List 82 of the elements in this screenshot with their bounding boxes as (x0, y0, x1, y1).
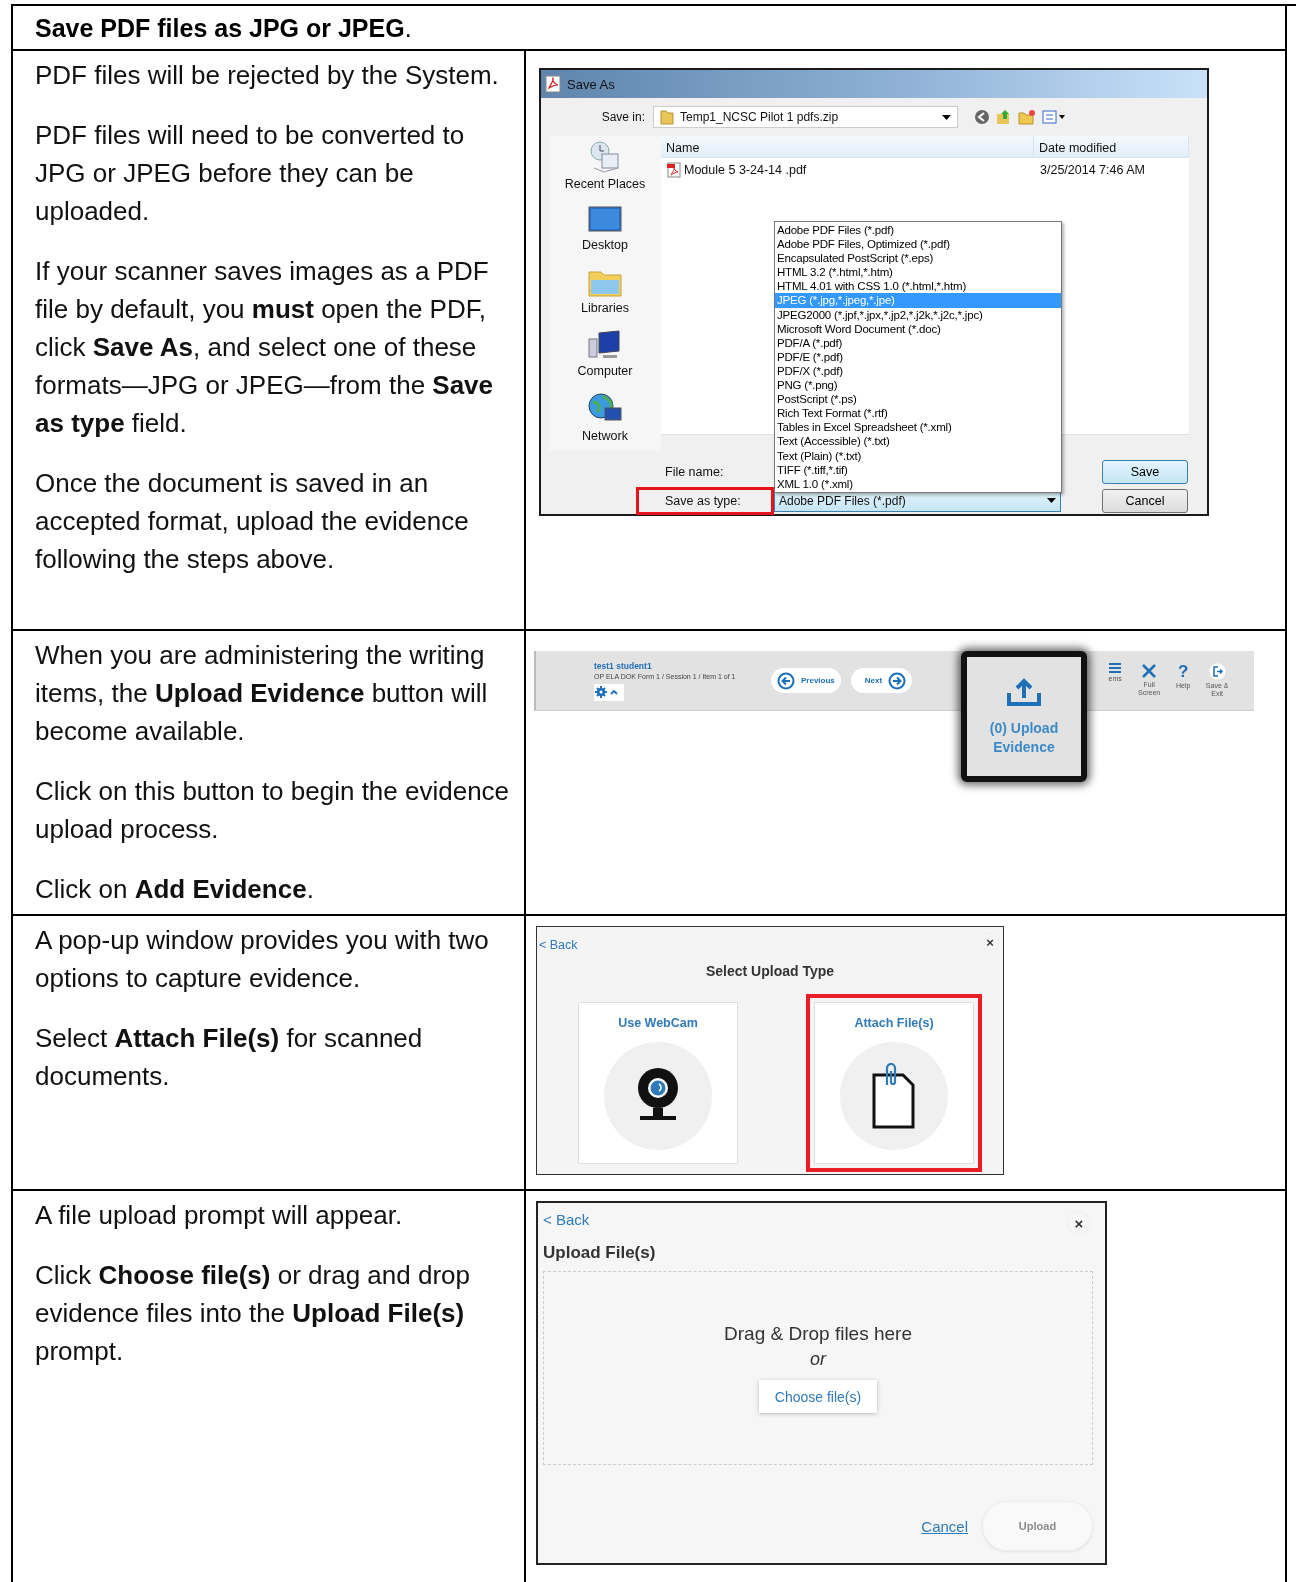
previous-button[interactable]: Previous (771, 668, 841, 693)
file-type-option[interactable]: Text (Accessible) (*.txt) (775, 434, 1061, 449)
up-folder-icon[interactable] (996, 109, 1012, 125)
file-type-option[interactable]: Adobe PDF Files (*.pdf) (775, 223, 1061, 238)
file-type-option[interactable]: Tables in Excel Spreadsheet (*.xml) (775, 420, 1061, 435)
save-in-dropdown[interactable]: Temp1_NCSC Pilot 1 pdfs.zip (653, 106, 958, 128)
file-type-option[interactable]: PDF/A (*.pdf) (775, 335, 1061, 350)
menu-icon (1109, 663, 1122, 673)
file-type-option[interactable]: PostScript (*.ps) (775, 392, 1061, 407)
folder-icon (660, 109, 674, 125)
column-header[interactable]: Name (661, 136, 1034, 157)
column-header[interactable]: Date modified (1034, 136, 1189, 157)
section-heading: Save PDF files as JPG or JPEG. (34, 13, 413, 43)
file-name-cell[interactable]: Module 5 3-24-14 .pdf (661, 158, 1034, 182)
instruction-text: Click on this button to begin the evidence upload process. (35, 775, 511, 846)
drop-hint: Drag & Drop files here (724, 1323, 912, 1345)
instruction-text: A pop-up window provides you with two options to capture evidence. (35, 924, 490, 995)
instruction-text: When you are administering the writing items, the Upload Evidence button will become available. (35, 639, 489, 748)
close-button[interactable]: × (981, 933, 999, 951)
places-item[interactable]: Recent Places (564, 140, 646, 191)
cancel-link[interactable]: Cancel (921, 1517, 968, 1535)
monitor-icon (587, 205, 623, 235)
view-menu-icon[interactable] (1042, 110, 1066, 124)
upload-option-card[interactable]: Use WebCam (578, 1002, 738, 1164)
file-type-option[interactable]: XML 1.0 (*.xml) (775, 476, 1061, 491)
new-folder-icon[interactable] (1018, 109, 1036, 125)
dialog-title: Upload File(s) (543, 1243, 657, 1263)
file-type-option[interactable]: Text (Plain) (*.txt) (775, 448, 1061, 463)
or-text: or (810, 1349, 826, 1370)
places-item[interactable]: Desktop (582, 205, 628, 252)
pdf-document-icon (545, 75, 561, 93)
exit-icon (1208, 663, 1226, 680)
file-type-option[interactable]: PDF/E (*.pdf) (775, 349, 1061, 364)
upload-icon (1006, 677, 1042, 707)
instruction-text: PDF files will be rejected by the System. (35, 59, 500, 92)
places-item[interactable]: Libraries (581, 266, 629, 315)
file-type-option[interactable]: Encapsulated PostScript (*.eps) (775, 251, 1061, 266)
back-link[interactable]: < Back (543, 1211, 590, 1228)
file-type-option[interactable]: Rich Text Format (*.rtf) (775, 406, 1061, 421)
save-as-type-label: Save as type: (636, 486, 774, 515)
pdf-file-icon (667, 162, 681, 178)
caret-down-icon (1047, 498, 1056, 503)
clock-document-icon (588, 140, 622, 174)
choose-files-button[interactable]: Choose file(s) (759, 1380, 877, 1413)
places-item[interactable]: Computer (577, 329, 633, 378)
instruction-text: Once the document is saved in an accepted format, upload the evidence following the steps above. (35, 467, 470, 576)
file-type-option[interactable]: Adobe PDF Files, Optimized (*.pdf) (775, 237, 1061, 252)
cancel-button[interactable]: Cancel (1102, 488, 1188, 513)
next-button[interactable]: Next (850, 668, 913, 693)
settings-button[interactable] (594, 683, 624, 701)
file-type-option[interactable]: PNG (*.png) (775, 378, 1061, 393)
dialog-title: Select Upload Type (704, 963, 836, 979)
arrow-right-circle-icon (888, 671, 907, 690)
arrow-left-circle-icon (777, 671, 795, 690)
caret-down-icon (942, 114, 951, 120)
file-name-label: File name: (664, 463, 725, 481)
instruction-text: PDF files will need to be converted to JPG or JPEG before they can be uploaded. (35, 119, 466, 228)
instruction-text: A file upload prompt will appear. (35, 1199, 404, 1232)
student-name: test1 student1 (594, 660, 653, 671)
back-link[interactable]: < Back (539, 938, 578, 952)
file-type-option[interactable]: HTML 4.01 with CSS 1.0 (*.html,*.htm) (775, 279, 1061, 294)
file-type-option[interactable]: TIFF (*.tiff,*.tif) (775, 462, 1061, 477)
file-type-option[interactable]: Microsoft Word Document (*.doc) (775, 321, 1061, 336)
save-button[interactable]: Save (1102, 459, 1188, 484)
file-type-option[interactable]: PDF/X (*.pdf) (775, 363, 1061, 379)
instruction-text: Click Choose file(s) or drag and drop evidence files into the Upload File(s) prompt. (35, 1259, 471, 1368)
diagonal-arrows-icon (1141, 663, 1158, 679)
paperclip-document-icon (871, 1063, 917, 1129)
dialog-title: Save As (567, 76, 615, 92)
places-item[interactable]: Network (582, 392, 628, 443)
drop-zone[interactable]: Drag & Drop files here or Choose file(s) (543, 1271, 1093, 1465)
help-icon: ? (1177, 663, 1189, 680)
instruction-text: If your scanner saves images as a PDF file by default, you must open the PDF, click Save As, and select one of these formats—JPG or JPEG—from the Save as type field. (35, 255, 495, 440)
instruction-text: Select Attach File(s) for scanned documents. (35, 1022, 424, 1093)
file-type-option[interactable]: JPEG2000 (*.jpf,*.jpx,*.jp2,*.j2k,*.j2c,*.jpc) (775, 307, 1061, 322)
file-type-option[interactable]: HTML 3.2 (*.html,*.htm) (775, 265, 1061, 280)
close-button[interactable]: × (1067, 1211, 1091, 1235)
date-cell-text: 3/25/2014 7:46 AM (1039, 162, 1146, 179)
computer-icon (587, 329, 623, 361)
upload-option-card[interactable]: Attach File(s) (814, 1002, 974, 1164)
instruction-text: Click on Add Evidence. (35, 873, 315, 906)
save-in-label: Save in: (600, 110, 646, 124)
